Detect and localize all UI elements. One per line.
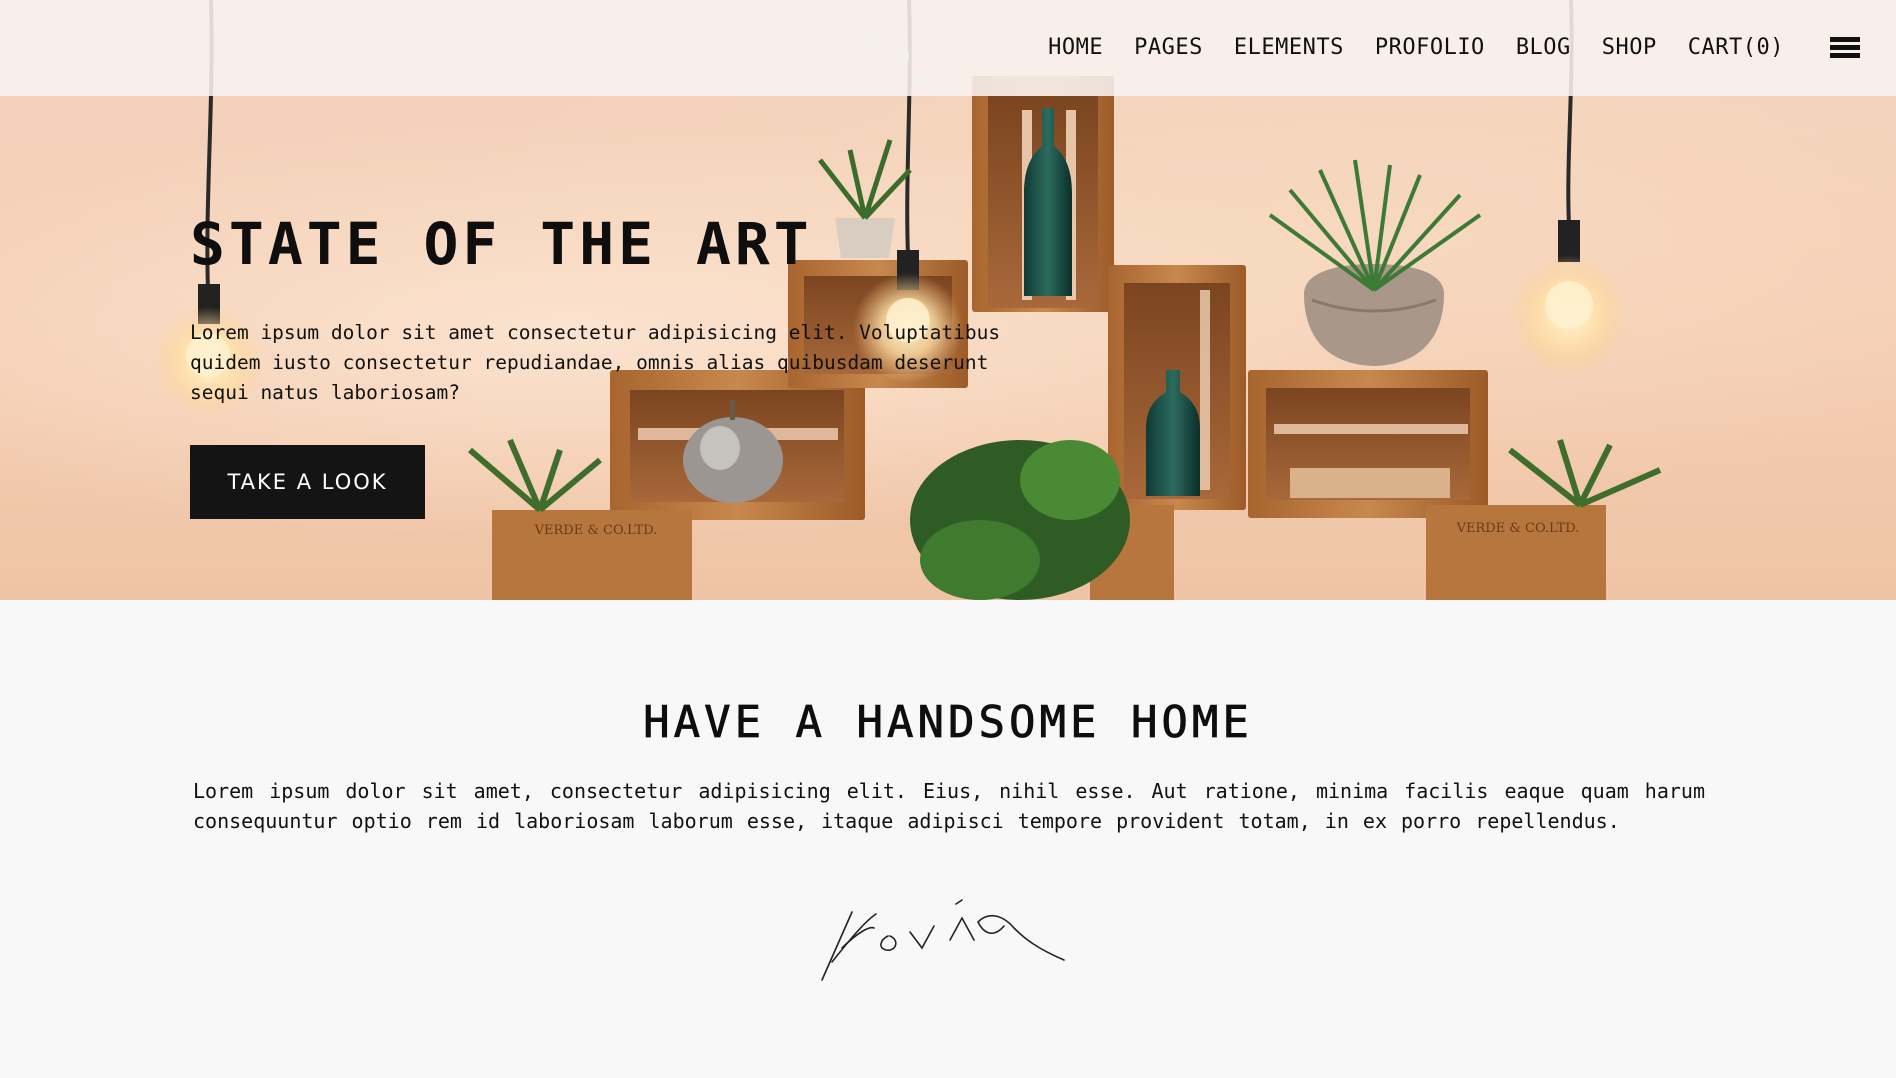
crate-top <box>972 76 1114 312</box>
nav-item-pages[interactable]: PAGES <box>1134 30 1203 66</box>
signature-image <box>821 899 1065 981</box>
crate-print-left: VERDE & CO.LTD. <box>534 523 658 538</box>
hero-banner: VERDE & CO.LTD. VERDE & CO.LTD. HOME PAG… <box>0 0 1896 600</box>
section-title: HAVE A HANDSOME HOME <box>643 697 1253 749</box>
plant-pot-large <box>1268 159 1482 366</box>
nav-item-elements[interactable]: ELEMENTS <box>1234 30 1344 66</box>
nav-item-profolio[interactable]: PROFOLIO <box>1375 30 1485 66</box>
take-a-look-button[interactable]: TAKE A LOOK <box>190 445 425 519</box>
top-navbar: HOME PAGES ELEMENTS PROFOLIO BLOG SHOP C… <box>0 0 1896 96</box>
succulent-left <box>468 438 602 513</box>
nav-item-home[interactable]: HOME <box>1048 30 1103 66</box>
succulent-right <box>1508 439 1662 508</box>
light-bulb-right <box>1509 220 1629 375</box>
nav-item-cart[interactable]: CART(0) <box>1688 30 1784 66</box>
crate-right <box>1248 370 1488 518</box>
nav-item-blog[interactable]: BLOG <box>1516 30 1571 66</box>
main-nav: HOME PAGES ELEMENTS PROFOLIO BLOG SHOP C… <box>1017 30 1784 66</box>
crate-bottom-right <box>1426 505 1606 600</box>
crate-print-right: VERDE & CO.LTD. <box>1456 521 1580 536</box>
nav-item-shop[interactable]: SHOP <box>1602 30 1657 66</box>
hamburger-menu-icon[interactable] <box>1830 37 1860 61</box>
hero-title: STATE OF THE ART <box>190 210 813 278</box>
section-description: Lorem ipsum dolor sit amet, consectetur … <box>193 779 1705 833</box>
intro-section: HAVE A HANDSOME HOME Lorem ipsum dolor s… <box>0 600 1896 1078</box>
crate-center <box>1108 265 1246 510</box>
ivy-plant <box>910 440 1130 600</box>
hero-description: Lorem ipsum dolor sit amet consectetur a… <box>190 321 1001 404</box>
